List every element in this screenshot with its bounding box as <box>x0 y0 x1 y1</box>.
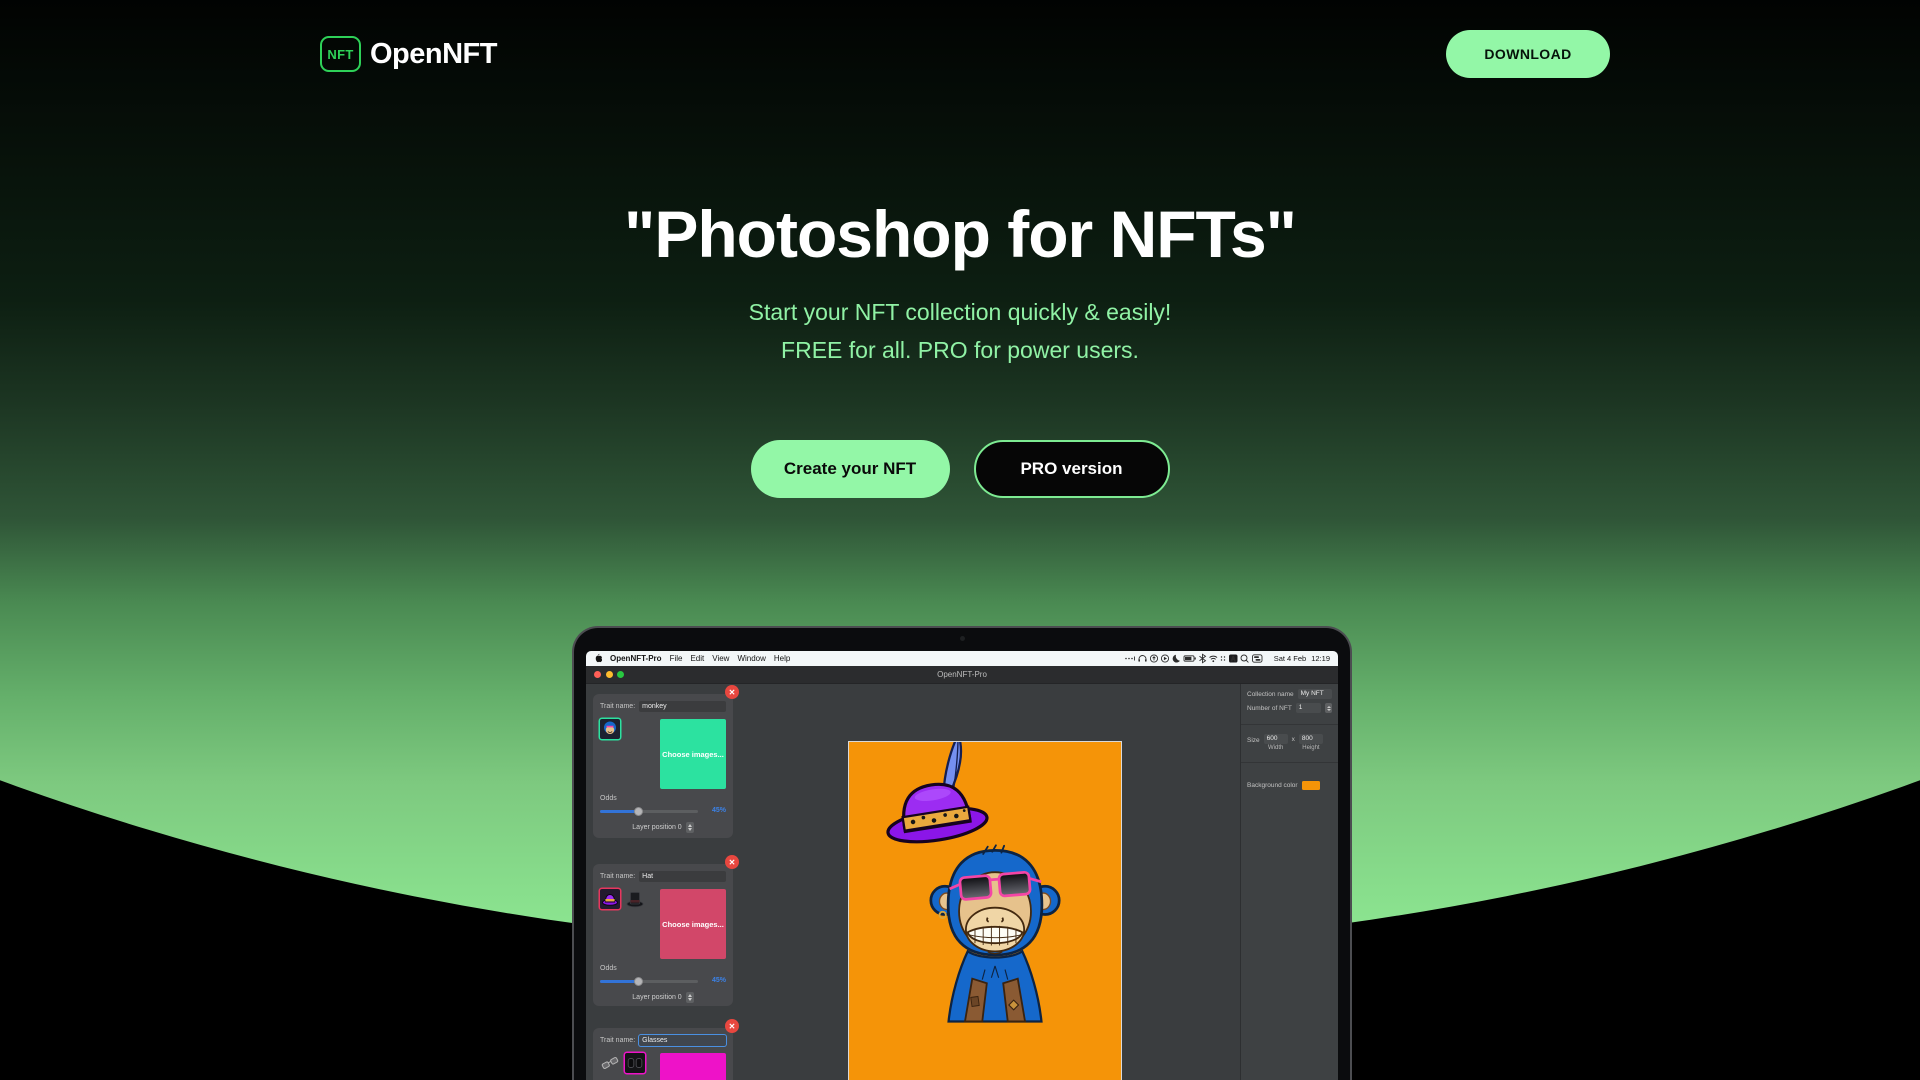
height-input[interactable]: 800 <box>1299 734 1323 744</box>
trait-name-label: Trait name: <box>600 873 635 880</box>
close-icon[interactable]: ✕ <box>725 855 739 869</box>
nft-preview-canvas[interactable] <box>848 741 1122 1080</box>
multiply-sign: x <box>1292 736 1295 743</box>
page-title: "Photoshop for NFTs" <box>0 196 1920 272</box>
collection-name-input[interactable]: My NFT <box>1298 689 1332 699</box>
odds-slider[interactable] <box>600 810 698 813</box>
webcam-icon <box>960 636 965 641</box>
menu-window[interactable]: Window <box>737 654 765 663</box>
choose-images-button[interactable]: Choose images... <box>660 889 726 959</box>
menu-help[interactable]: Help <box>774 654 790 663</box>
menu-date: Sat 4 Feb <box>1274 654 1307 663</box>
odds-percent: 45% <box>712 977 726 984</box>
trait-name-input[interactable]: Hat <box>639 871 726 882</box>
monkey-thumbnail[interactable] <box>600 719 620 739</box>
top-hat-thumbnail[interactable] <box>625 889 645 909</box>
menu-view[interactable]: View <box>712 654 729 663</box>
logo-text: OpenNFT <box>370 38 497 71</box>
laptop-mockup: OpenNFT-Pro File Edit View Window Help <box>572 626 1352 1080</box>
close-icon[interactable]: ✕ <box>725 1019 739 1033</box>
logo[interactable]: NFT OpenNFT <box>320 36 497 72</box>
landing-page: NFT OpenNFT DOWNLOAD "Photoshop for NFTs… <box>0 0 1920 1080</box>
menu-app-name[interactable]: OpenNFT-Pro <box>610 654 662 663</box>
subtitle-line2: FREE for all. PRO for power users. <box>0 337 1920 364</box>
hat-trait <box>875 742 990 848</box>
divider <box>1241 724 1338 725</box>
choose-images-button[interactable]: Choose images... <box>660 1053 726 1080</box>
background-color-label: Background color <box>1247 782 1298 789</box>
layer-position-label: Layer position 0 <box>632 824 681 831</box>
menu-time: 12:19 <box>1311 654 1330 663</box>
odds-label: Odds <box>600 965 726 972</box>
cta-row: Create your NFT PRO version <box>0 440 1920 498</box>
gray-glasses-thumbnail[interactable] <box>600 1053 620 1073</box>
trait-panel-hat: ✕ Trait name: Hat <box>593 864 733 1006</box>
traffic-lights <box>594 671 624 678</box>
apple-menu-icon[interactable] <box>594 653 602 665</box>
trait-name-label: Trait name: <box>600 703 635 710</box>
width-input[interactable]: 600 <box>1264 734 1288 744</box>
subtitle-line1: Start your NFT collection quickly & easi… <box>0 299 1920 326</box>
minimize-window-button[interactable] <box>606 671 613 678</box>
width-caption: Width <box>1268 745 1283 751</box>
close-window-button[interactable] <box>594 671 601 678</box>
slider-thumb[interactable] <box>634 807 643 816</box>
odds-percent: 45% <box>712 807 726 814</box>
trait-name-input[interactable]: monkey <box>639 701 726 712</box>
window-title-bar[interactable]: OpenNFT-Pro <box>586 666 1338 684</box>
layer-position-label: Layer position 0 <box>632 994 681 1001</box>
app-body: ✕ Trait name: monkey Choose images... <box>586 684 1338 1080</box>
menu-bar-status-icons[interactable]: A Sat 4 Feb 12:19 <box>1123 653 1330 664</box>
status-icons: A <box>1123 653 1269 664</box>
collection-name-label: Collection name <box>1247 691 1294 698</box>
number-of-nft-label: Number of NFT <box>1247 705 1292 712</box>
trait-panel-monkey: ✕ Trait name: monkey Choose images... <box>593 694 733 838</box>
size-label: Size <box>1247 737 1260 744</box>
macos-menu-bar: OpenNFT-Pro File Edit View Window Help <box>586 651 1338 666</box>
macos-screen: OpenNFT-Pro File Edit View Window Help <box>586 651 1338 1080</box>
window-title: OpenNFT-Pro <box>937 670 987 679</box>
odds-label: Odds <box>600 795 726 802</box>
nft-logo-icon: NFT <box>320 36 361 72</box>
monkey-trait <box>931 845 1059 1021</box>
number-of-nft-input[interactable]: 1 <box>1296 703 1321 713</box>
divider <box>1241 762 1338 763</box>
layer-stepper[interactable] <box>686 822 694 833</box>
dark-glasses-thumbnail[interactable] <box>625 1053 645 1073</box>
pro-version-button[interactable]: PRO version <box>974 440 1170 498</box>
trait-name-label: Trait name: <box>600 1037 635 1044</box>
download-button[interactable]: DOWNLOAD <box>1446 30 1610 78</box>
close-icon[interactable]: ✕ <box>725 685 739 699</box>
svg-text:A: A <box>1231 656 1236 663</box>
menu-file[interactable]: File <box>670 654 683 663</box>
odds-slider[interactable] <box>600 980 698 983</box>
trait-name-input-focused[interactable]: Glasses <box>639 1035 726 1046</box>
background-color-swatch[interactable] <box>1302 781 1320 790</box>
maximize-window-button[interactable] <box>617 671 624 678</box>
choose-images-button[interactable]: Choose images... <box>660 719 726 789</box>
number-stepper[interactable] <box>1325 703 1332 713</box>
height-caption: Height <box>1302 745 1319 751</box>
trait-panel-glasses: ✕ Trait name: Glasses <box>593 1028 733 1080</box>
purple-hat-thumbnail[interactable] <box>600 889 620 909</box>
create-nft-button[interactable]: Create your NFT <box>751 440 950 498</box>
menu-edit[interactable]: Edit <box>690 654 704 663</box>
layer-stepper[interactable] <box>686 992 694 1003</box>
nft-artwork-monkey <box>849 742 1121 1080</box>
settings-panel: Collection name My NFT Number of NFT 1 S… <box>1240 684 1338 1080</box>
slider-thumb[interactable] <box>634 977 643 986</box>
